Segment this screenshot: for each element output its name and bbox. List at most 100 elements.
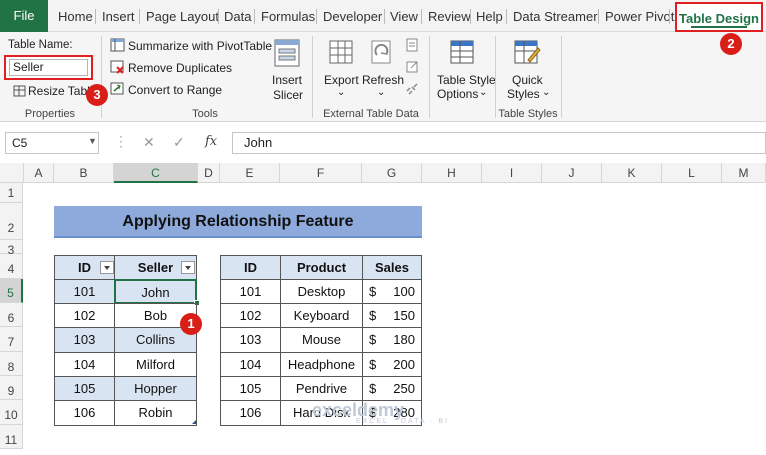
column-header-j[interactable]: J [542, 163, 602, 183]
tab-data-streamer[interactable]: Data Streamer [513, 0, 598, 32]
table2-cell[interactable]: 102 [220, 303, 281, 328]
formula-dots-icon: ⋮ [114, 133, 128, 149]
group-divider [312, 36, 313, 118]
table1-cell[interactable]: 104 [54, 352, 115, 377]
column-header-d[interactable]: D [198, 163, 220, 183]
table2-cell[interactable]: Keyboard [280, 303, 363, 328]
table2-sales-cell[interactable]: $200 [362, 352, 422, 377]
remove-duplicates-button[interactable]: Remove Duplicates [110, 60, 235, 76]
insert-slicer-button[interactable]: Insert Slicer [268, 36, 306, 102]
column-header-g[interactable]: G [362, 163, 422, 183]
quick-styles-button[interactable]: Quick Styles ⌄ [502, 36, 552, 102]
tab-table-design[interactable]: Table Design [675, 2, 763, 32]
row-header-7[interactable]: 7 [0, 327, 23, 352]
column-header-i[interactable]: I [482, 163, 542, 183]
table2-sales-cell[interactable]: $250 [362, 376, 422, 401]
tab-data[interactable]: Data [224, 0, 251, 32]
tab-formulas[interactable]: Formulas [261, 0, 315, 32]
formula-input[interactable]: John [232, 132, 766, 154]
table-resize-handle-icon[interactable] [192, 420, 196, 424]
table2-header-id[interactable]: ID [220, 255, 281, 280]
watermark-main: exceldemy [312, 400, 405, 420]
tab-help[interactable]: Help [476, 0, 503, 32]
row-header-10[interactable]: 10 [0, 400, 23, 425]
filter-dropdown-icon[interactable] [181, 261, 195, 274]
column-header-a[interactable]: A [24, 163, 54, 183]
row-header-2[interactable]: 2 [0, 203, 23, 240]
properties-icon[interactable] [405, 38, 419, 52]
row-header-9[interactable]: 9 [0, 376, 23, 400]
table2-header-sales[interactable]: Sales [362, 255, 422, 280]
table1-cell[interactable]: Hopper [114, 376, 197, 401]
table1-cell[interactable]: Robin [114, 400, 197, 426]
column-header-m[interactable]: M [722, 163, 766, 183]
table2-sales-cell[interactable]: $100 [362, 279, 422, 304]
column-header-b[interactable]: B [54, 163, 114, 183]
table2-cell[interactable]: Pendrive [280, 376, 363, 401]
open-in-browser-icon[interactable] [405, 60, 419, 74]
column-header-c[interactable]: C [114, 163, 198, 183]
refresh-button[interactable]: Refresh ⌄ [362, 36, 405, 102]
convert-to-range-button[interactable]: Convert to Range [110, 82, 230, 98]
table-name-input[interactable]: Seller [9, 59, 88, 76]
insert-function-icon[interactable]: fx [205, 134, 217, 149]
name-box[interactable]: C5 [5, 132, 99, 154]
table2-sales-cell[interactable]: $180 [362, 327, 422, 353]
table1-cell[interactable]: Milford [114, 352, 197, 377]
table1-cell[interactable]: 106 [54, 400, 115, 426]
table1-cell[interactable]: 101 [54, 279, 115, 304]
tab-insert[interactable]: Insert [102, 0, 135, 32]
table2-cell[interactable]: 105 [220, 376, 281, 401]
tab-view[interactable]: View [390, 0, 418, 32]
table2-cell[interactable]: Desktop [280, 279, 363, 304]
export-button[interactable]: Export ⌄ [322, 36, 362, 102]
sheet-title[interactable]: Applying Relationship Feature [54, 206, 422, 238]
callout-badge-2: 2 [720, 33, 742, 55]
filter-dropdown-icon[interactable] [100, 261, 114, 274]
unlink-icon[interactable] [405, 82, 419, 96]
row-header-6[interactable]: 6 [0, 303, 23, 327]
tab-power-pivot[interactable]: Power Pivot [605, 0, 674, 32]
enter-icon[interactable]: ✓ [173, 134, 185, 151]
column-header-f[interactable]: F [280, 163, 362, 183]
row-header-1[interactable]: 1 [0, 183, 23, 203]
table1-header-id[interactable]: ID [54, 255, 115, 280]
sales-value: 200 [393, 357, 415, 372]
summarize-pivottable-button[interactable]: Summarize with PivotTable [110, 38, 272, 54]
column-header-l[interactable]: L [662, 163, 722, 183]
table1-cell[interactable]: 105 [54, 376, 115, 401]
table1-cell-selected[interactable]: John [114, 279, 197, 304]
refresh-label: Refresh [362, 73, 405, 87]
table1-header-seller[interactable]: Seller [114, 255, 197, 280]
column-header-k[interactable]: K [602, 163, 662, 183]
insert-slicer-label-2: Slicer [273, 88, 304, 102]
table-style-options-button[interactable]: Table Style Options ⌄ [434, 36, 496, 102]
table2-cell[interactable]: Headphone [280, 352, 363, 377]
select-all-corner[interactable] [0, 163, 24, 183]
tab-file[interactable]: File [0, 0, 48, 32]
column-header-e[interactable]: E [220, 163, 280, 183]
row-header-8[interactable]: 8 [0, 352, 23, 376]
row-header-11[interactable]: 11 [0, 425, 23, 449]
table2-cell[interactable]: 104 [220, 352, 281, 377]
tab-review[interactable]: Review [428, 0, 471, 32]
row-header-4[interactable]: 4 [0, 254, 23, 279]
column-header-h[interactable]: H [422, 163, 482, 183]
table2-header-product[interactable]: Product [280, 255, 363, 280]
chevron-down-icon[interactable]: ▼ [88, 136, 97, 146]
table2-sales-cell[interactable]: $150 [362, 303, 422, 328]
row-header-5[interactable]: 5 [0, 279, 23, 303]
resize-table-button[interactable]: Resize Table [8, 83, 98, 99]
table2-cell[interactable]: 101 [220, 279, 281, 304]
tab-home[interactable]: Home [58, 0, 93, 32]
table-style-options-label-2: Options [437, 87, 479, 101]
cancel-icon[interactable]: ✕ [143, 134, 155, 151]
table2-cell[interactable]: 103 [220, 327, 281, 353]
tab-page-layout[interactable]: Page Layout [146, 0, 219, 32]
row-header-3[interactable]: 3 [0, 240, 23, 257]
table2-cell[interactable]: 106 [220, 400, 281, 426]
table1-cell[interactable]: 103 [54, 327, 115, 353]
table2-cell[interactable]: Mouse [280, 327, 363, 353]
tab-developer[interactable]: Developer [323, 0, 382, 32]
table1-cell[interactable]: 102 [54, 303, 115, 328]
